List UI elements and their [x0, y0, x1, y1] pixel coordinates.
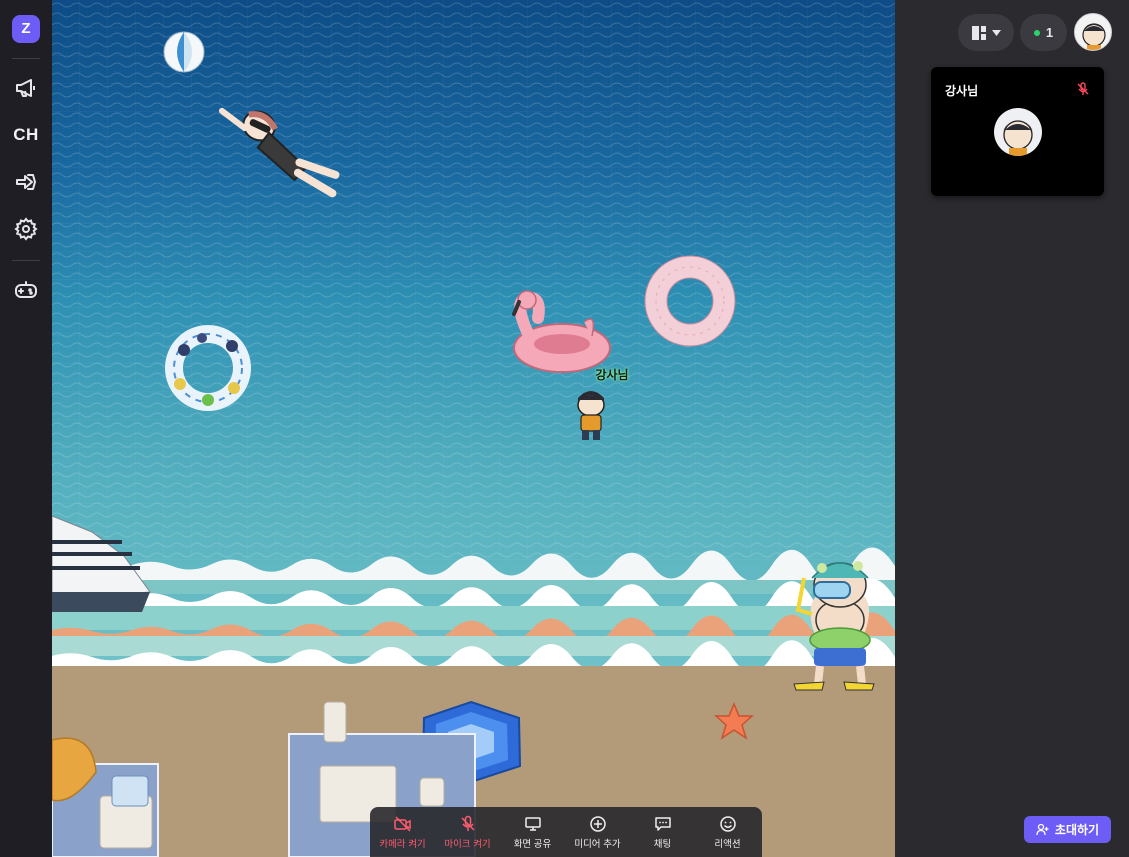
nav-divider — [12, 58, 40, 59]
user-avatar[interactable] — [1074, 13, 1112, 51]
invite-label: 초대하기 — [1054, 823, 1100, 837]
chevron-down-icon — [991, 29, 1001, 36]
beach-ball — [163, 31, 205, 73]
monitor-icon — [524, 817, 541, 831]
reaction-label: 리액션 — [714, 839, 741, 850]
gear-icon[interactable] — [12, 215, 40, 243]
add-user-icon — [1036, 823, 1049, 836]
gamepad-icon[interactable] — [12, 276, 40, 304]
screen-share-button[interactable]: 화면 공유 — [500, 807, 565, 857]
channel-button[interactable]: CH — [12, 121, 40, 149]
player-name-tag: 강사님 — [595, 368, 629, 382]
app-root: Z CH 강사님 1 강사님 초대하기 카메라 켜기 마이크 켜기 화면 공유 … — [0, 0, 1129, 857]
video-tile[interactable]: 강사님 — [931, 67, 1104, 196]
online-status-dot — [1033, 29, 1040, 36]
smile-icon — [719, 816, 736, 832]
nav-divider — [12, 260, 40, 261]
mic-off-icon — [1077, 82, 1089, 95]
bottom-toolbar: 카메라 켜기 마이크 켜기 화면 공유 미디어 추가 채팅 리액션 — [370, 807, 762, 857]
add-media-button[interactable]: 미디어 추가 — [565, 807, 630, 857]
online-users-button[interactable]: 1 — [1020, 14, 1067, 51]
megaphone-icon[interactable] — [12, 74, 40, 102]
map-canvas[interactable] — [52, 0, 895, 857]
camera-toggle-button[interactable]: 카메라 켜기 — [370, 807, 435, 857]
chat-label: 채팅 — [653, 839, 672, 850]
plus-circle-icon — [589, 816, 606, 832]
online-count: 1 — [1045, 25, 1054, 40]
mic-off-icon — [460, 815, 475, 831]
invite-button[interactable]: 초대하기 — [1024, 816, 1111, 843]
exit-icon[interactable] — [12, 168, 40, 196]
chat-button[interactable]: 채팅 — [630, 807, 695, 857]
logo-letter: Z — [21, 20, 31, 37]
add-media-label: 미디어 추가 — [574, 839, 621, 850]
mic-toggle-button[interactable]: 마이크 켜기 — [435, 807, 500, 857]
camera-off-icon — [393, 816, 411, 832]
game-map[interactable]: 강사님 — [52, 0, 895, 857]
zep-logo[interactable]: Z — [12, 15, 40, 43]
right-panel: 1 강사님 초대하기 — [895, 0, 1129, 857]
chat-icon — [654, 817, 671, 831]
mic-toggle-label: 마이크 켜기 — [444, 839, 491, 850]
camera-toggle-label: 카메라 켜기 — [379, 839, 426, 850]
reaction-button[interactable]: 리액션 — [695, 807, 760, 857]
layout-icon — [971, 25, 986, 40]
video-tile-name: 강사님 — [945, 84, 979, 98]
screen-share-label: 화면 공유 — [513, 839, 552, 850]
layout-toggle-button[interactable] — [958, 14, 1014, 51]
left-nav: Z CH — [0, 0, 52, 857]
video-tile-avatar — [994, 108, 1042, 156]
